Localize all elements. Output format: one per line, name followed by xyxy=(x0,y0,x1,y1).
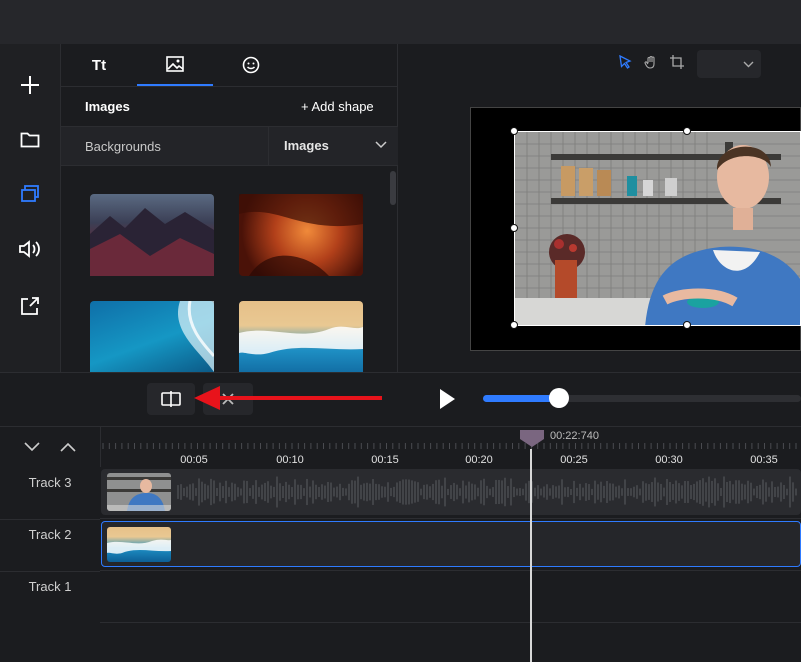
clip-thumbnail xyxy=(107,527,171,562)
elements-button[interactable] xyxy=(14,178,46,210)
annotation-arrow xyxy=(194,386,382,410)
progress-fill xyxy=(483,395,560,402)
layers-icon xyxy=(21,185,39,202)
thumbnail-canyon[interactable] xyxy=(239,194,363,276)
track-row-1 xyxy=(100,571,801,623)
text-icon: Tt xyxy=(91,56,107,74)
tab-stickers[interactable] xyxy=(213,44,289,86)
tick-label: 00:10 xyxy=(276,454,304,466)
play-icon[interactable] xyxy=(438,388,456,410)
divider xyxy=(0,571,100,572)
clip-thumbnail xyxy=(107,473,171,511)
media-folder-button[interactable] xyxy=(14,124,46,156)
kitchen-man-video-frame xyxy=(515,132,800,325)
crop-tool-icon[interactable] xyxy=(670,55,684,69)
add-media-button[interactable] xyxy=(14,69,46,101)
panel-scrollbar[interactable] xyxy=(390,171,396,205)
mountains-image xyxy=(90,208,214,276)
tick-label: 00:20 xyxy=(465,454,493,466)
tick-label: 00:25 xyxy=(560,454,588,466)
speaker-icon xyxy=(19,240,40,258)
tick-label: 00:30 xyxy=(655,454,683,466)
time-ruler[interactable]: 00:05 00:10 00:15 00:20 00:25 00:30 00:3… xyxy=(100,427,801,467)
resize-handle-middle-left[interactable] xyxy=(510,224,518,232)
playhead-time: 00:22:740 xyxy=(550,430,599,442)
timeline: 00:05 00:10 00:15 00:20 00:25 00:30 00:3… xyxy=(0,426,801,662)
tick-label: 00:15 xyxy=(371,454,399,466)
beach-image xyxy=(239,326,363,355)
backgrounds-filter[interactable]: Backgrounds xyxy=(85,139,161,154)
ruler-ticks xyxy=(102,443,797,449)
progress-track[interactable] xyxy=(483,395,801,402)
top-bar xyxy=(0,0,801,44)
filter-row: Backgrounds Images xyxy=(61,126,399,166)
video-clip-track-3[interactable] xyxy=(101,469,801,515)
video-preview-clip[interactable] xyxy=(514,131,801,326)
image-clip-track-2[interactable] xyxy=(101,521,801,567)
split-button[interactable] xyxy=(147,383,195,415)
thumbnail-mountains[interactable] xyxy=(90,194,214,276)
image-type-select-value: Images xyxy=(284,138,329,153)
audio-waveform xyxy=(177,476,797,508)
media-panel: Tt Images + Add shape Backgrounds Images xyxy=(60,44,399,383)
tick-label: 00:05 xyxy=(180,454,208,466)
zoom-select[interactable] xyxy=(697,50,761,78)
add-shape-button[interactable]: + Add shape xyxy=(301,99,374,114)
thumbnail-ocean-waves[interactable] xyxy=(90,300,216,383)
select-tool-icon[interactable] xyxy=(618,55,632,69)
resize-handle-bottom-left[interactable] xyxy=(510,321,518,329)
chevron-down-icon[interactable] xyxy=(24,442,40,452)
left-rail xyxy=(0,44,60,372)
chevron-up-icon[interactable] xyxy=(60,442,76,452)
plus-icon xyxy=(21,76,39,94)
image-type-select[interactable]: Images xyxy=(268,127,399,165)
chevron-down-icon xyxy=(743,61,754,68)
track-row-2 xyxy=(100,519,801,571)
resize-handle-top-middle[interactable] xyxy=(683,127,691,135)
track-label: Track 2 xyxy=(28,527,72,542)
export-icon xyxy=(21,297,39,315)
beach-thumbnail xyxy=(107,539,171,554)
chevron-down-icon xyxy=(375,141,387,149)
playhead-line xyxy=(530,449,532,662)
image-icon xyxy=(166,56,184,72)
tab-text[interactable]: Tt xyxy=(61,44,137,86)
export-button[interactable] xyxy=(14,290,46,322)
audio-button[interactable] xyxy=(14,233,46,265)
panel-header: Images + Add shape xyxy=(61,86,399,126)
tick-label: 00:35 xyxy=(750,454,778,466)
track-row-3 xyxy=(100,467,801,519)
kitchen-man-thumbnail xyxy=(107,473,171,511)
tab-images[interactable] xyxy=(137,44,213,86)
divider xyxy=(0,519,100,520)
thumbnail-beach[interactable] xyxy=(239,301,363,383)
folder-icon xyxy=(20,132,40,148)
playback-controls xyxy=(0,372,801,426)
track-label: Track 1 xyxy=(28,579,72,594)
split-icon xyxy=(161,391,181,407)
progress-slider-knob[interactable] xyxy=(549,388,570,408)
sticker-icon xyxy=(242,56,260,74)
resize-handle-bottom-middle[interactable] xyxy=(683,321,691,329)
hand-tool-icon[interactable] xyxy=(644,55,658,69)
playhead-handle[interactable] xyxy=(519,429,545,447)
canyon-image xyxy=(239,194,363,276)
ocean-waves-image xyxy=(177,300,216,372)
panel-title: Images xyxy=(85,99,130,114)
track-label: Track 3 xyxy=(28,475,72,490)
resize-handle-top-left[interactable] xyxy=(510,127,518,135)
